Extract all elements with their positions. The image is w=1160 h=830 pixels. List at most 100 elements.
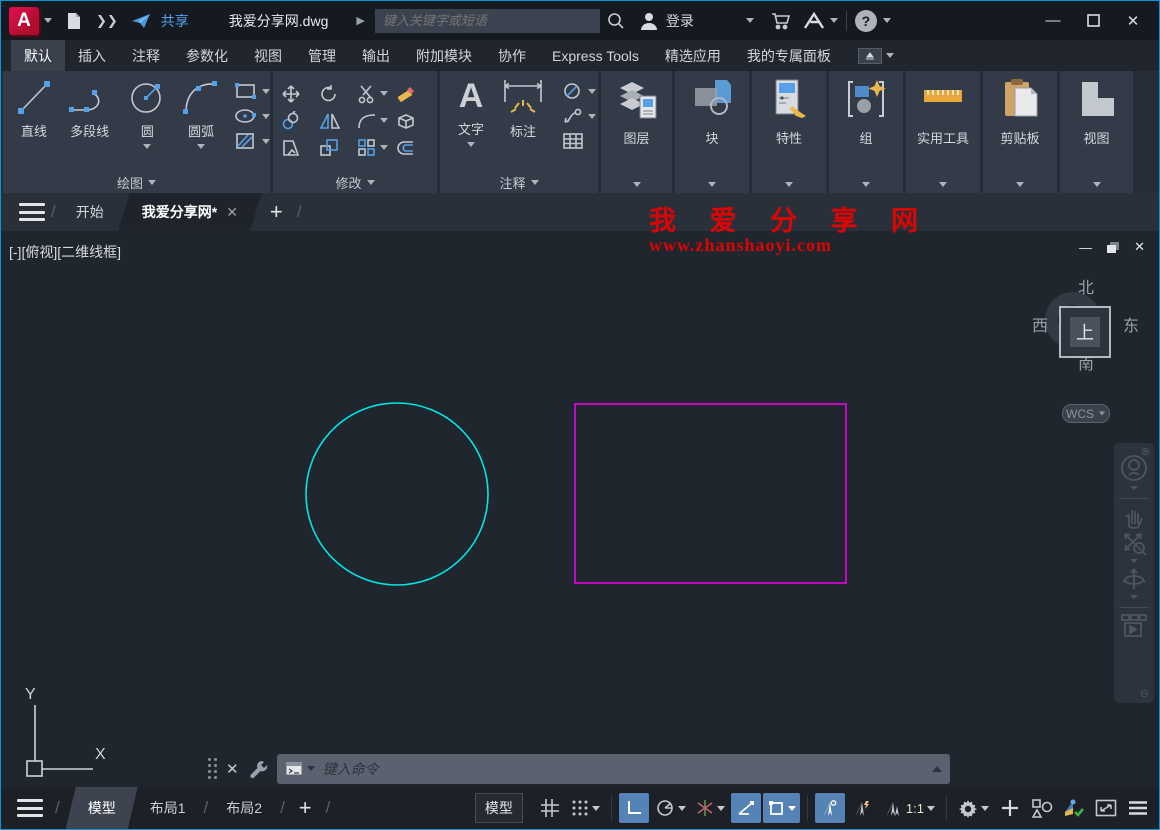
polar-dropdown-icon[interactable] (677, 805, 686, 811)
app-menu-arrow-icon[interactable] (44, 18, 52, 23)
command-prompt-icon[interactable] (285, 761, 303, 776)
panel-draw-title[interactable]: 绘图 (3, 172, 270, 193)
app-menu-button[interactable]: A (9, 6, 39, 35)
autodesk-dropdown-icon[interactable] (829, 18, 838, 23)
layout-menu-icon[interactable] (17, 799, 43, 817)
stretch-button[interactable] (281, 138, 319, 158)
annotation-visibility-toggle[interactable] (814, 793, 845, 823)
isolate-objects-button[interactable] (1027, 793, 1057, 823)
hatch-button[interactable] (234, 132, 270, 150)
text-dropdown-icon[interactable] (467, 142, 475, 147)
osnap-toggle[interactable] (762, 793, 800, 823)
graphics-performance-button[interactable] (1059, 793, 1089, 823)
copy-button[interactable] (281, 110, 319, 131)
grid-toggle[interactable] (535, 793, 565, 823)
command-placeholder[interactable]: 键入命令 (323, 759, 379, 779)
showmotion-icon[interactable] (1120, 613, 1148, 639)
mirror-button[interactable] (319, 111, 357, 131)
ribbon-tab-default[interactable]: 默认 (11, 40, 65, 71)
search-input[interactable] (374, 8, 600, 33)
rotate-button[interactable] (319, 84, 357, 104)
offset-button[interactable] (395, 138, 433, 158)
navbar-customize-icon[interactable]: ⊖ (1140, 687, 1149, 700)
workspace-dropdown-icon[interactable] (981, 805, 989, 811)
zoom-extents-icon[interactable] (1121, 530, 1147, 556)
file-tab-start[interactable]: 开始 (62, 193, 118, 231)
viewcube-top-face[interactable]: 上 (1059, 306, 1111, 358)
ribbon-tab-custom-panel[interactable]: 我的专属面板 (734, 40, 844, 71)
navbar-close-icon[interactable]: ⊗ (1141, 445, 1150, 458)
rectangle-dropdown-icon[interactable] (261, 88, 270, 94)
erase-button[interactable] (395, 84, 433, 104)
minimize-button[interactable]: — (1033, 6, 1073, 36)
ellipse-dropdown-icon[interactable] (261, 113, 270, 119)
line-button[interactable]: 直线 (9, 76, 59, 140)
otrack-toggle[interactable] (730, 793, 761, 823)
base-view-button[interactable]: 视图 (1069, 76, 1125, 147)
autoscale-toggle[interactable] (847, 793, 877, 823)
tab-model[interactable]: 模型 (66, 787, 138, 829)
measure-button[interactable]: 实用工具 (915, 76, 971, 147)
tab-layout1[interactable]: 布局1 (138, 787, 198, 829)
command-line[interactable]: ✕ 键入命令 (208, 752, 950, 785)
group-button[interactable]: 组 (838, 76, 894, 147)
paste-button[interactable]: 剪贴板 (992, 76, 1048, 147)
status-customize-button[interactable] (1123, 793, 1153, 823)
ribbon-tab-featured-apps[interactable]: 精选应用 (652, 40, 734, 71)
zoom-dropdown-icon[interactable] (1130, 559, 1138, 563)
trim-dropdown-icon[interactable] (380, 91, 388, 96)
ribbon-tab-express-tools[interactable]: Express Tools (539, 40, 652, 71)
isodraft-dropdown-icon[interactable] (716, 805, 725, 811)
ellipse-button[interactable] (234, 107, 270, 125)
command-close-icon[interactable]: ✕ (226, 760, 239, 778)
diameter-dropdown-icon[interactable] (588, 88, 596, 94)
search-icon[interactable] (606, 11, 626, 31)
leader-dropdown-icon[interactable] (588, 113, 596, 119)
app-store-cart-icon[interactable] (770, 11, 792, 31)
insert-block-button[interactable]: 块 (684, 76, 740, 147)
circle-button[interactable]: 圆 (120, 76, 174, 149)
trim-button[interactable] (357, 84, 395, 104)
model-space[interactable] (1, 231, 1159, 787)
drawn-rectangle[interactable] (574, 403, 847, 584)
leader-button[interactable] (562, 107, 596, 125)
quick-access-expand-button[interactable]: ❯❯ (96, 13, 118, 29)
ribbon-tab-parametric[interactable]: 参数化 (173, 40, 241, 71)
navigation-bar[interactable]: ⊗ ⊖ (1114, 443, 1154, 703)
user-icon[interactable] (638, 10, 660, 32)
new-file-button[interactable] (64, 11, 84, 31)
close-button[interactable]: ✕ (1113, 6, 1153, 36)
panel-properties-expand[interactable] (752, 175, 826, 193)
ribbon-tab-output[interactable]: 输出 (349, 40, 403, 71)
panel-view-expand[interactable] (1060, 175, 1133, 193)
arc-dropdown-icon[interactable] (197, 144, 206, 149)
command-wrench-icon[interactable] (249, 759, 269, 779)
move-button[interactable] (281, 84, 319, 104)
tab-close-icon[interactable]: ✕ (226, 204, 238, 221)
model-space-toggle[interactable]: 模型 (474, 793, 523, 823)
arc-button[interactable]: 圆弧 (174, 76, 228, 149)
orbit-icon[interactable] (1121, 566, 1147, 592)
login-button[interactable]: 登录 (666, 11, 694, 31)
share-button[interactable]: 共享 (130, 11, 189, 31)
command-drag-handle[interactable] (208, 757, 218, 780)
polar-toggle[interactable] (651, 793, 690, 823)
panel-layers-expand[interactable] (601, 175, 672, 193)
snap-dropdown-icon[interactable] (591, 805, 600, 811)
ribbon-tab-annotate[interactable]: 注释 (119, 40, 173, 71)
clean-screen-button[interactable] (1091, 793, 1121, 823)
circle-dropdown-icon[interactable] (143, 144, 152, 149)
array-dropdown-icon[interactable] (380, 145, 388, 150)
ribbon-display-toggle[interactable] (857, 47, 894, 64)
viewcube-west[interactable]: 西 (1032, 312, 1048, 336)
help-dropdown-icon[interactable] (882, 18, 891, 23)
rectangle-button[interactable] (234, 82, 270, 100)
diameter-dim-button[interactable] (562, 82, 596, 100)
panel-clipboard-expand[interactable] (983, 175, 1057, 193)
hatch-dropdown-icon[interactable] (261, 138, 270, 144)
ribbon-tab-view[interactable]: 视图 (241, 40, 295, 71)
panel-modify-title[interactable]: 修改 (273, 172, 437, 193)
layer-properties-button[interactable]: 图层 (609, 76, 665, 147)
login-dropdown-icon[interactable] (745, 18, 754, 23)
viewcube-east[interactable]: 东 (1123, 312, 1139, 336)
